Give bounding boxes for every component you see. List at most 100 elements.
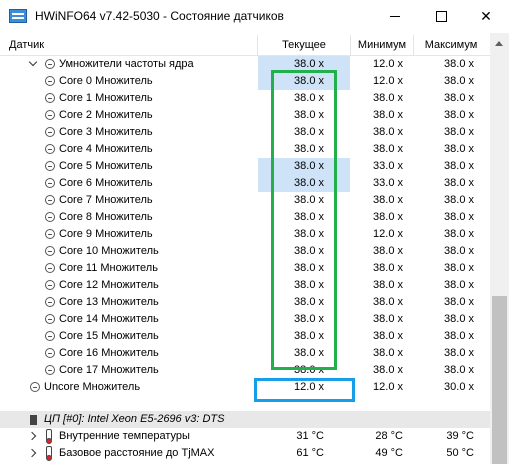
sensor-row[interactable]: Core 5 Множитель 38.0 x 33.0 x 38.0 x <box>0 158 490 175</box>
value-min: 33.0 x <box>373 177 403 189</box>
maximize-button[interactable] <box>418 0 464 32</box>
vertical-scrollbar[interactable] <box>490 33 509 464</box>
thermometer-icon <box>46 429 52 444</box>
value-max: 38.0 x <box>444 109 474 121</box>
sensor-row[interactable]: Core 1 Множитель 38.0 x 38.0 x 38.0 x <box>0 90 490 107</box>
value-max: 38.0 x <box>444 75 474 87</box>
sensor-row[interactable]: Uncore Множитель 12.0 x 12.0 x 30.0 x <box>0 379 490 396</box>
sensor-row[interactable]: Core 16 Множитель 38.0 x 38.0 x 38.0 x <box>0 345 490 362</box>
value-min: 38.0 x <box>373 262 403 274</box>
value-max: 38.0 x <box>444 177 474 189</box>
sensor-label: Core 16 Множитель <box>59 347 159 359</box>
sensor-label: Core 15 Множитель <box>59 330 159 342</box>
value-min: 38.0 x <box>373 279 403 291</box>
value-max: 50 °C <box>446 447 474 459</box>
sensor-label: Core 2 Множитель <box>59 109 153 121</box>
sensor-label: Core 5 Множитель <box>59 160 153 172</box>
sensor-list: Умножители частоты ядра 38.0 x 12.0 x 38… <box>0 56 490 462</box>
sensor-row[interactable]: Core 13 Множитель 38.0 x 38.0 x 38.0 x <box>0 294 490 311</box>
sensor-circle-icon <box>45 93 55 103</box>
close-button[interactable]: ✕ <box>463 0 509 32</box>
chevron-right-icon[interactable] <box>27 431 37 441</box>
sensor-circle-icon <box>45 59 55 69</box>
sensor-label: Core 10 Множитель <box>59 245 159 257</box>
sensor-row[interactable]: Core 2 Множитель 38.0 x 38.0 x 38.0 x <box>0 107 490 124</box>
title-bar[interactable]: HWiNFO64 v7.42-5030 - Состояние датчиков… <box>0 0 509 32</box>
sensor-row[interactable]: Внутренние температуры 31 °C 28 °C 39 °C <box>0 428 490 445</box>
value-max: 39 °C <box>446 430 474 442</box>
value-min: 38.0 x <box>373 330 403 342</box>
value-min: 38.0 x <box>373 109 403 121</box>
chevron-down-icon[interactable] <box>28 57 38 67</box>
value-max: 38.0 x <box>444 313 474 325</box>
value-min: 12.0 x <box>373 381 403 393</box>
value-max: 38.0 x <box>444 160 474 172</box>
column-min[interactable]: Минимум <box>351 33 413 55</box>
value-max: 38.0 x <box>444 296 474 308</box>
chevron-right-icon[interactable] <box>27 448 37 458</box>
sensor-row[interactable]: Core 9 Множитель 38.0 x 12.0 x 38.0 x <box>0 226 490 243</box>
sensor-row[interactable]: Core 15 Множитель 38.0 x 38.0 x 38.0 x <box>0 328 490 345</box>
sensor-row[interactable]: Core 0 Множитель 38.0 x 12.0 x 38.0 x <box>0 73 490 90</box>
sensor-label: Uncore Множитель <box>44 381 141 393</box>
value-max: 38.0 x <box>444 228 474 240</box>
sensor-circle-icon <box>30 382 40 392</box>
sensor-row[interactable]: Core 17 Множитель 38.0 x 38.0 x 38.0 x <box>0 362 490 379</box>
scroll-up-arrow-icon[interactable] <box>495 41 503 46</box>
sensor-label: Внутренние температуры <box>59 430 190 442</box>
sensor-circle-icon <box>45 229 55 239</box>
value-min: 12.0 x <box>373 58 403 70</box>
value-min: 12.0 x <box>373 75 403 87</box>
column-current[interactable]: Текущее <box>258 33 350 55</box>
column-max[interactable]: Максимум <box>414 33 488 55</box>
value-max: 38.0 x <box>444 245 474 257</box>
value-max: 38.0 x <box>444 58 474 70</box>
sensor-circle-icon <box>45 331 55 341</box>
sensor-label: Базовое расстояние до TjMAX <box>59 447 215 459</box>
sensor-circle-icon <box>45 246 55 256</box>
sensor-circle-icon <box>45 263 55 273</box>
value-min: 38.0 x <box>373 296 403 308</box>
sensor-circle-icon <box>45 348 55 358</box>
sensor-circle-icon <box>45 280 55 290</box>
value-min: 38.0 x <box>373 313 403 325</box>
scrollbar-thumb[interactable] <box>492 296 507 464</box>
value-max: 30.0 x <box>444 381 474 393</box>
value-max: 38.0 x <box>444 92 474 104</box>
sensor-row[interactable]: Core 4 Множитель 38.0 x 38.0 x 38.0 x <box>0 141 490 158</box>
sensor-circle-icon <box>45 314 55 324</box>
sensor-group-header[interactable]: ЦП [#0]: Intel Xeon E5-2696 v3: DTS <box>0 411 490 428</box>
sensor-row[interactable]: Core 11 Множитель 38.0 x 38.0 x 38.0 x <box>0 260 490 277</box>
sensor-label: Core 13 Множитель <box>59 296 159 308</box>
sensor-label: Core 11 Множитель <box>59 262 158 274</box>
sensor-row[interactable]: Core 12 Множитель 38.0 x 38.0 x 38.0 x <box>0 277 490 294</box>
sensor-row[interactable]: Core 3 Множитель 38.0 x 38.0 x 38.0 x <box>0 124 490 141</box>
sensor-row[interactable]: Core 14 Множитель 38.0 x 38.0 x 38.0 x <box>0 311 490 328</box>
value-min: 33.0 x <box>373 160 403 172</box>
window-title: HWiNFO64 v7.42-5030 - Состояние датчиков <box>35 9 284 23</box>
minimize-button[interactable] <box>372 0 418 32</box>
sensor-row[interactable]: Умножители частоты ядра 38.0 x 12.0 x 38… <box>0 56 490 73</box>
sensor-label: Core 3 Множитель <box>59 126 153 138</box>
value-min: 49 °C <box>375 447 403 459</box>
value-max: 38.0 x <box>444 330 474 342</box>
value-min: 38.0 x <box>373 126 403 138</box>
sensor-row[interactable]: Core 7 Множитель 38.0 x 38.0 x 38.0 x <box>0 192 490 209</box>
maximize-icon <box>435 10 447 22</box>
value-min: 38.0 x <box>373 347 403 359</box>
sensor-circle-icon <box>45 76 55 86</box>
value-current: 61 °C <box>296 447 324 459</box>
sensor-row[interactable]: Core 6 Множитель 38.0 x 33.0 x 38.0 x <box>0 175 490 192</box>
sensor-row[interactable]: Базовое расстояние до TjMAX 61 °C 49 °C … <box>0 445 490 462</box>
minimize-icon <box>390 15 400 17</box>
sensor-label: Core 9 Множитель <box>59 228 153 240</box>
green-annotation-box <box>271 70 337 370</box>
sensor-row[interactable]: Core 10 Множитель 38.0 x 38.0 x 38.0 x <box>0 243 490 260</box>
value-current: 31 °C <box>296 430 324 442</box>
column-sensor[interactable]: Датчик <box>9 33 44 55</box>
value-max: 38.0 x <box>444 364 474 376</box>
sensor-circle-icon <box>45 127 55 137</box>
sensor-label: Core 6 Множитель <box>59 177 153 189</box>
sensor-row[interactable]: Core 8 Множитель 38.0 x 38.0 x 38.0 x <box>0 209 490 226</box>
